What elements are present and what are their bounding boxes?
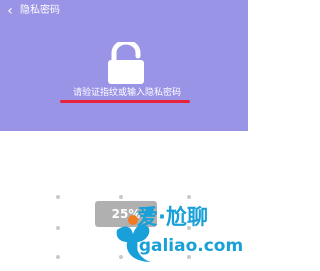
lock-open-icon <box>108 42 144 84</box>
back-button[interactable]: ‹ <box>3 3 17 19</box>
header-panel: ‹ 隐私密码 请验证指纹或输入隐私密码 <box>0 0 248 131</box>
page-title: 隐私密码 <box>20 5 60 16</box>
pattern-dot[interactable] <box>119 195 123 199</box>
verify-prompt: 请验证指纹或输入隐私密码 <box>72 88 181 98</box>
highlight-underline <box>60 100 190 103</box>
pattern-dot[interactable] <box>56 255 60 259</box>
pattern-dot[interactable] <box>56 226 60 230</box>
watermark-url: igaliao.com <box>133 236 244 256</box>
top-nav-bar: ‹ 隐私密码 <box>0 0 248 24</box>
back-arrow-icon: ‹ <box>7 3 13 19</box>
watermark-brand: 爱·尬聊 <box>137 205 208 229</box>
pattern-dot[interactable] <box>187 195 191 199</box>
pattern-dot[interactable] <box>56 195 60 199</box>
